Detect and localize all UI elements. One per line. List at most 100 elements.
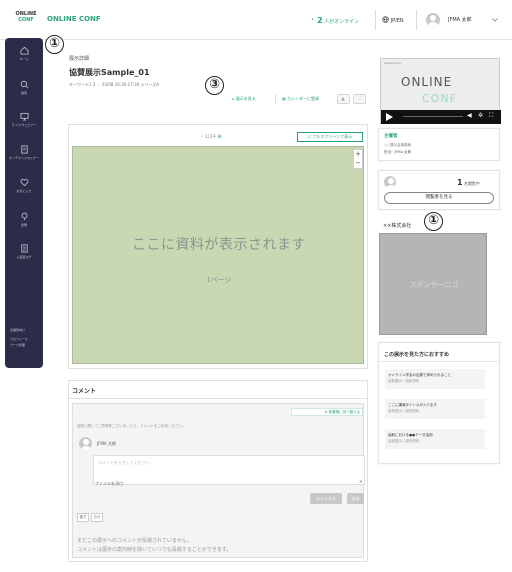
sidebar-item-label: 入退室ログ (16, 255, 32, 259)
divider (68, 398, 368, 399)
language-switch[interactable]: JP/EN (382, 16, 404, 24)
organizer-title: 主催者 (384, 134, 398, 139)
list-item[interactable]: ここに講演タイトルが入ります 協賛展示 / 協賛資料 (385, 399, 485, 419)
sidebar: ホーム 検索 ライブ/ウェビナー オンデマンドセミナー お気に入り 質問 入退室… (5, 38, 43, 368)
comment-placeholder: コメントを入力してください (98, 460, 150, 465)
search-icon (20, 80, 28, 89)
question-icon (21, 212, 27, 221)
attach-file-button[interactable]: ファイルを添付 (95, 481, 123, 487)
comments-notice: 協賛に関してご質問等ございましたら、コメントをご利用ください。 (77, 424, 186, 428)
user-menu[interactable]: JFMA 太郎 (422, 10, 504, 30)
app-logo[interactable]: ONLINE CONF (12, 11, 40, 29)
comment-input[interactable]: コメントを入力してください ◢ (93, 455, 365, 485)
sidebar-item-label: ライブ/ウェビナー (11, 123, 37, 127)
view-viewers-button[interactable]: 閲覧者を見る (384, 192, 494, 204)
sort-button[interactable]: ⇅ 新着順に並べ替える (291, 408, 363, 416)
view-booth-button[interactable]: ⌂ 展示を見る (232, 96, 256, 102)
recommendations-title: この展示を見た方におすすめ (384, 352, 450, 358)
user-name: JFMA 太郎 (448, 17, 472, 23)
comments-box: ⇅ 新着順に並べ替える 協賛に関してご質問等ございましたら、コメントをご利用くだ… (72, 403, 365, 558)
gear-icon[interactable]: ✲ (478, 112, 483, 119)
fullscreen-icon[interactable]: ⛶ (489, 112, 493, 120)
next-page-icon[interactable]: ⊕ (217, 134, 221, 140)
sidebar-item-ondemand[interactable]: オンデマンドセミナー (5, 145, 43, 160)
online-label: 人がオンライン (324, 19, 360, 25)
empty-message-2: コメントは展示の案内時を除いていつでも投稿することができます。 (77, 547, 232, 553)
online-counter[interactable]: • 2 人がオンライン (311, 16, 360, 25)
sidebar-item-log[interactable]: 入退室ログ (5, 244, 43, 259)
language-label: JP/EN (390, 18, 404, 24)
list-item[interactable]: 協和における●●データ活用 協賛展示 / 協賛資料 (385, 429, 485, 449)
divider (379, 361, 499, 362)
sidebar-item-label: オンデマンドセミナー (8, 156, 39, 160)
online-count: 2 (317, 16, 323, 25)
document-placeholder: ここに資料が表示されます (132, 237, 306, 253)
fullscreen-label: フルスクリーンで表示 (312, 134, 353, 139)
sidebar-item-live[interactable]: ライブ/ウェビナー (5, 112, 43, 127)
recommendations-card: この展示を見た方におすすめ オンライン学会の出展で求められること 協賛展示 / … (378, 342, 500, 464)
rec-sub: 協賛展示 / 協賛資料 (388, 439, 420, 443)
filter-all-tab[interactable]: 全て (77, 513, 89, 522)
avatar (79, 437, 92, 450)
favorite-button[interactable]: ♡ (353, 94, 366, 104)
marker-1b: ① (424, 212, 443, 231)
comment-user-name: JFMA 太郎 (97, 441, 116, 446)
viewers-card: 1 名閲覧中 閲覧者を見る (378, 170, 500, 210)
resize-handle-icon[interactable]: ◢ (359, 478, 362, 483)
sponsor-logo-text: スポンサーロゴ (409, 281, 459, 289)
breadcrumb[interactable]: 展示詳細 (69, 55, 89, 62)
chevron-down-icon (492, 18, 498, 22)
exhibit-meta: キーワード1 2 ・ 03/08 16:30-17:30 シリーズA (69, 82, 160, 87)
logo-line-2: CONF (18, 17, 34, 23)
cancel-button[interactable]: キャンセル (310, 493, 342, 504)
sidebar-item-search[interactable]: 検索 (5, 80, 43, 95)
sidebar-item-label: 質問 (20, 223, 27, 227)
like-button[interactable]: ▲ (337, 94, 350, 104)
document-page-label: 1ページ (206, 276, 232, 284)
home-icon (19, 46, 29, 55)
attach-file-label: ファイルを添付 (95, 481, 123, 486)
empty-message-1: まだこの展示へのコメントが投稿されていません。 (77, 538, 192, 544)
volume-icon[interactable]: ◀ (467, 112, 472, 119)
sidebar-item-question[interactable]: 質問 (5, 212, 43, 227)
thumbs-up-icon: ▲ (341, 96, 345, 102)
zoom-in-icon[interactable]: + (355, 150, 361, 158)
sidebar-item-label: 検索 (20, 91, 27, 95)
viewer-count: 1 (457, 178, 463, 187)
marker-3: ③ (205, 76, 224, 95)
powered-by-text: powered by (384, 61, 402, 65)
sort-label: 新着順に並べ替える (328, 410, 360, 414)
sidebar-item-profile[interactable]: プロフィール (10, 337, 28, 341)
document-icon (20, 145, 28, 154)
divider (275, 94, 276, 104)
sidebar-item-booth[interactable]: ブース管理 (10, 343, 25, 347)
organizer-card: 主催者 ○○展示会事務局 担当：JFMA 太郎 (378, 128, 500, 161)
zoom-control[interactable]: + − (353, 149, 363, 169)
heart-icon (20, 179, 28, 187)
fullscreen-button[interactable]: ⤢ フルスクリーンで表示 (297, 132, 363, 142)
filter-mine-tab[interactable]: 自分 (91, 513, 103, 522)
view-booth-label: 展示を見る (235, 96, 256, 101)
viewer-suffix: 名閲覧中 (463, 181, 480, 186)
top-bar: ONLINE CONF ONLINE CONF • 2 人がオンライン JP/E… (0, 0, 512, 40)
avatar (426, 13, 440, 27)
brand-name: ONLINE CONF (47, 15, 101, 23)
play-icon[interactable] (386, 113, 393, 121)
divider (416, 10, 417, 30)
submit-button[interactable]: 送信 (347, 493, 364, 504)
zoom-out-icon[interactable]: − (355, 159, 361, 167)
video-player[interactable]: powered by ONLINE CONF ◀ ✲ ⛶ (380, 58, 501, 124)
sidebar-item-favorite[interactable]: お気に入り (5, 178, 43, 193)
document-area[interactable]: + − ここに資料が表示されます 1ページ (72, 146, 364, 364)
video-progress[interactable] (403, 116, 463, 117)
add-calendar-button[interactable]: ▦ カレンダーに登録 (282, 96, 319, 102)
sidebar-item-home[interactable]: ホーム (5, 46, 43, 61)
person-icon: • (311, 17, 314, 23)
add-calendar-label: カレンダーに登録 (287, 96, 320, 101)
video-logo-line-1: ONLINE (401, 75, 453, 89)
video-logo-line-2: CONF (422, 92, 457, 105)
sponsor-logo[interactable]: スポンサーロゴ (379, 233, 487, 335)
divider (375, 10, 376, 30)
list-item[interactable]: オンライン学会の出展で求められること 協賛展示 / 協賛資料 (385, 369, 485, 389)
page-title: 協賛展示Sample_01 (69, 68, 150, 77)
